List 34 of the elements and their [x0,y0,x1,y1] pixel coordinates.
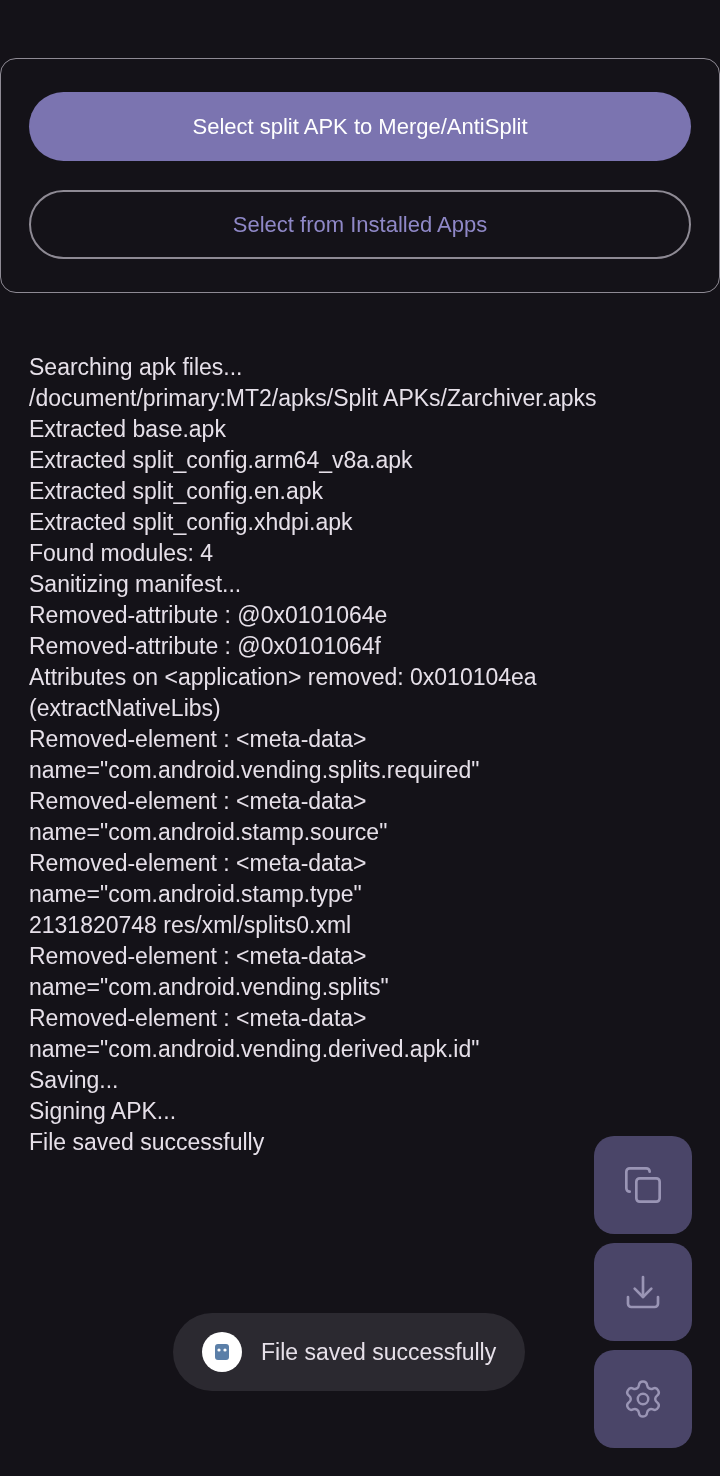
log-line: Sanitizing manifest... [29,570,243,599]
copy-icon [623,1165,663,1205]
log-line: Extracted split_config.xhdpi.apk [29,508,354,537]
log-line: /document/primary:MT2/apks/Split APKs/Zarchiver.apks [29,384,598,413]
log-line: name="com.android.vending.derived.apk.id" [29,1035,481,1064]
log-line: name="com.android.stamp.source" [29,818,389,847]
select-apk-button[interactable]: Select split APK to Merge/AntiSplit [29,92,691,161]
installed-apps-button[interactable]: Select from Installed Apps [29,190,691,259]
log-line: 2131820748 res/xml/splits0.xml [29,911,353,940]
app-icon [202,1332,242,1372]
log-line: Removed-attribute : @0x0101064f [29,632,382,661]
log-line: Attributes on <application> removed: 0x010104ea [29,663,538,692]
log-line: Removed-element : <meta-data> [29,787,368,816]
copy-button[interactable] [594,1136,692,1234]
settings-button[interactable] [594,1350,692,1448]
download-button[interactable] [594,1243,692,1341]
log-line: (extractNativeLibs) [29,694,222,723]
log-line: Searching apk files... [29,353,244,382]
log-line: Signing APK... [29,1097,178,1126]
log-line: Removed-element : <meta-data> [29,849,368,878]
log-line: Extracted base.apk [29,415,227,444]
log-line: Extracted split_config.en.apk [29,477,325,506]
log-line: Extracted split_config.arm64_v8a.apk [29,446,414,475]
log-line: Removed-element : <meta-data> [29,1004,368,1033]
log-line: File saved successfully [29,1128,266,1157]
log-line: name="com.android.vending.splits.required" [29,756,481,785]
toast-text: File saved successfully [261,1337,497,1367]
log-line: Removed-attribute : @0x0101064e [29,601,389,630]
log-line: Found modules: 4 [29,539,215,568]
log-line: Saving... [29,1066,120,1095]
log-line: name="com.android.stamp.type" [29,880,363,909]
log-line: name="com.android.vending.splits" [29,973,390,1002]
log-line: Removed-element : <meta-data> [29,725,368,754]
log-line: Removed-element : <meta-data> [29,942,368,971]
